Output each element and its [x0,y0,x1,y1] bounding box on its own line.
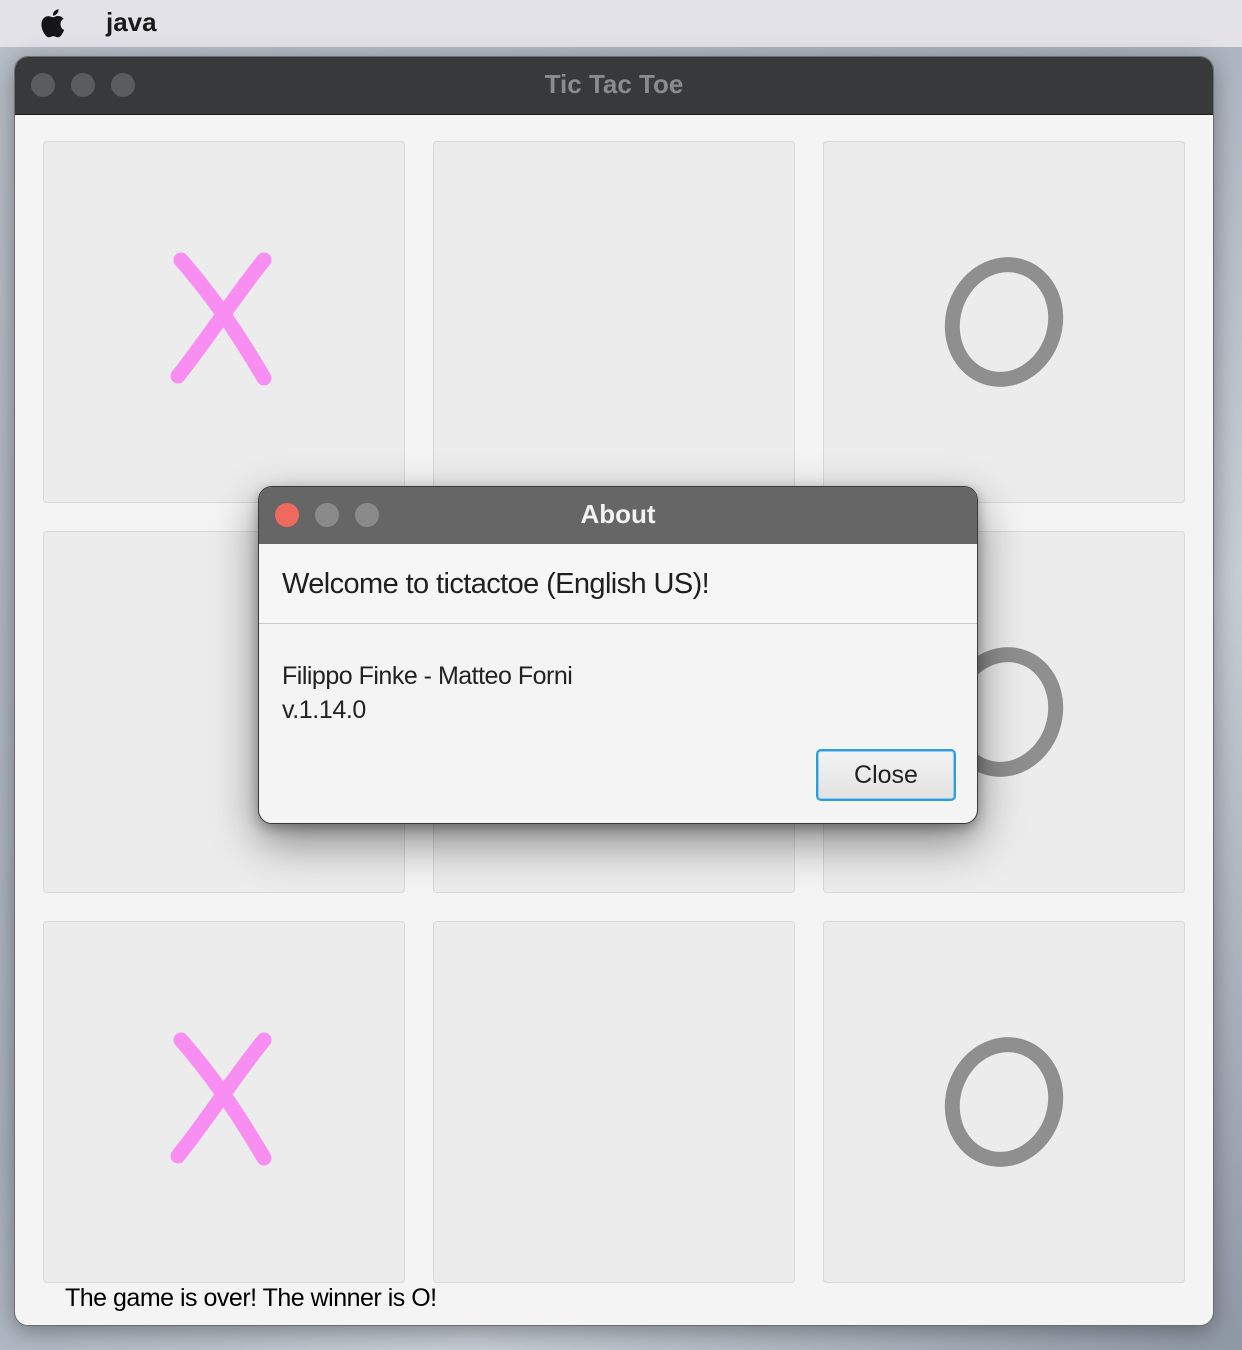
window-titlebar[interactable]: Tic Tac Toe [15,57,1213,115]
board-cell-7[interactable] [43,921,405,1283]
dialog-title: About [580,499,656,529]
dialog-authors-text: Filippo Finke - Matteo Forni [282,662,573,690]
o-mark-icon [944,257,1064,387]
dialog-version-text: v.1.14.0 [282,696,366,724]
apple-logo-icon[interactable] [38,5,70,41]
menu-bar: java [0,0,1242,47]
menu-app-name[interactable]: java [106,7,157,38]
x-mark-icon [170,1032,272,1166]
dialog-titlebar[interactable]: About [259,487,977,545]
board-cell-1[interactable] [43,141,405,503]
about-dialog: About Welcome to tictactoe (English US)!… [258,486,978,824]
game-status-text: The game is over! The winner is O! [65,1284,437,1312]
window-title: Tic Tac Toe [544,69,684,99]
dialog-welcome-text: Welcome to tictactoe (English US)! [282,568,710,600]
board-cell-8[interactable] [433,921,795,1283]
close-button[interactable]: Close [816,749,956,801]
dialog-header: Welcome to tictactoe (English US)! [259,544,977,624]
board-cell-9[interactable] [823,921,1185,1283]
board-cell-3[interactable] [823,141,1185,503]
o-mark-icon [944,1037,1064,1167]
board-cell-2[interactable] [433,141,795,503]
x-mark-icon [170,252,272,386]
